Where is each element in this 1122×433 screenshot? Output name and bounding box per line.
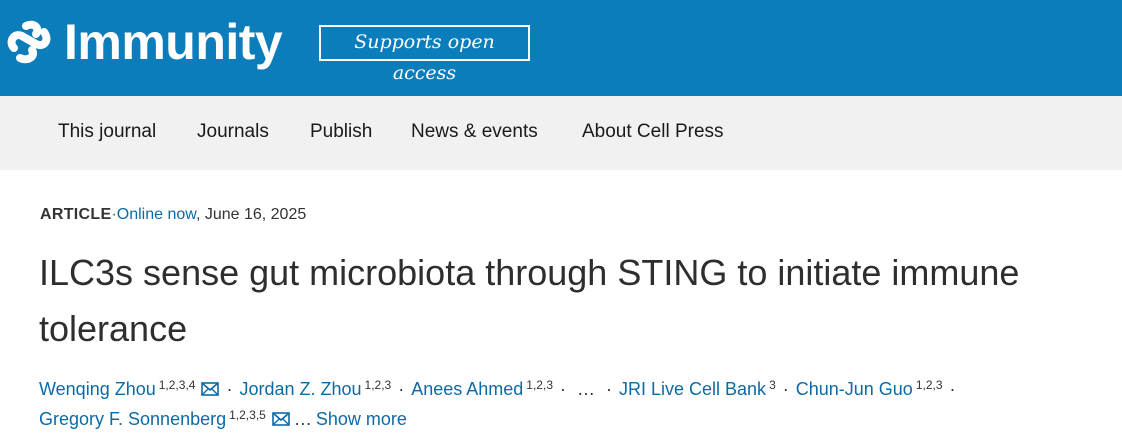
publication-date: , June 16, 2025 (195, 206, 307, 223)
show-more-link[interactable]: Show more (316, 409, 407, 429)
author-separator: · (398, 379, 405, 399)
author-link[interactable]: Wenqing Zhou (39, 379, 156, 399)
article-title-line-1: ILC3s sense gut microbiota through STING… (39, 252, 1020, 293)
author-link[interactable]: JRI Live Cell Bank (619, 379, 766, 399)
author-list-line-2: Gregory F. Sonnenberg 1,2,3,5 … Show more (39, 403, 407, 431)
nav-this-journal[interactable]: This journal (58, 120, 156, 144)
author-affiliations: 3 (769, 378, 776, 392)
author-separator: · (226, 379, 233, 399)
author-affiliations: 1,2,3 (364, 378, 392, 392)
nav-journals[interactable]: Journals (197, 120, 269, 144)
author-affiliations: 1,2,3,5 (229, 408, 266, 422)
journal-brand-link[interactable]: Immunity (64, 10, 283, 74)
main-nav: This journal Journals Publish News & eve… (0, 96, 1122, 170)
nav-about-cell-press[interactable]: About Cell Press (582, 120, 724, 144)
cell-press-logo-icon[interactable] (6, 18, 52, 64)
hidden-authors-ellipsis: … (293, 409, 312, 429)
envelope-icon[interactable] (272, 412, 290, 426)
article-type: ARTICLE (40, 206, 112, 223)
top-banner: Immunity Supports open access (0, 0, 1122, 96)
author-separator: · (560, 379, 566, 399)
hidden-authors-ellipsis: … (577, 379, 595, 399)
author-list-line-1: Wenqing Zhou 1,2,3,4 · Jordan Z. Zhou 1,2,3 ·… (39, 373, 963, 401)
author-link[interactable]: Gregory F. Sonnenberg (39, 409, 226, 429)
author-affiliations: 1,2,3 (915, 378, 943, 392)
article-title-line-2: tolerance (39, 308, 188, 349)
nav-publish[interactable]: Publish (310, 120, 372, 144)
author-separator: · (782, 379, 789, 399)
online-now-link[interactable]: Online now (117, 206, 196, 223)
nav-news-events[interactable]: News & events (411, 120, 538, 144)
author-separator: · (606, 379, 612, 399)
open-access-badge[interactable]: Supports open access (319, 25, 530, 84)
envelope-icon[interactable] (201, 382, 220, 396)
author-link[interactable]: Jordan Z. Zhou (239, 379, 361, 399)
author-affiliations: 1,2,3 (526, 378, 553, 392)
article-meta: ARTICLE·Online now, June 16, 2025 (40, 205, 306, 225)
author-separator: · (949, 379, 956, 399)
author-link[interactable]: Anees Ahmed (411, 379, 523, 399)
author-affiliations: 1,2,3,4 (158, 378, 196, 392)
author-link[interactable]: Chun-Jun Guo (796, 379, 913, 399)
